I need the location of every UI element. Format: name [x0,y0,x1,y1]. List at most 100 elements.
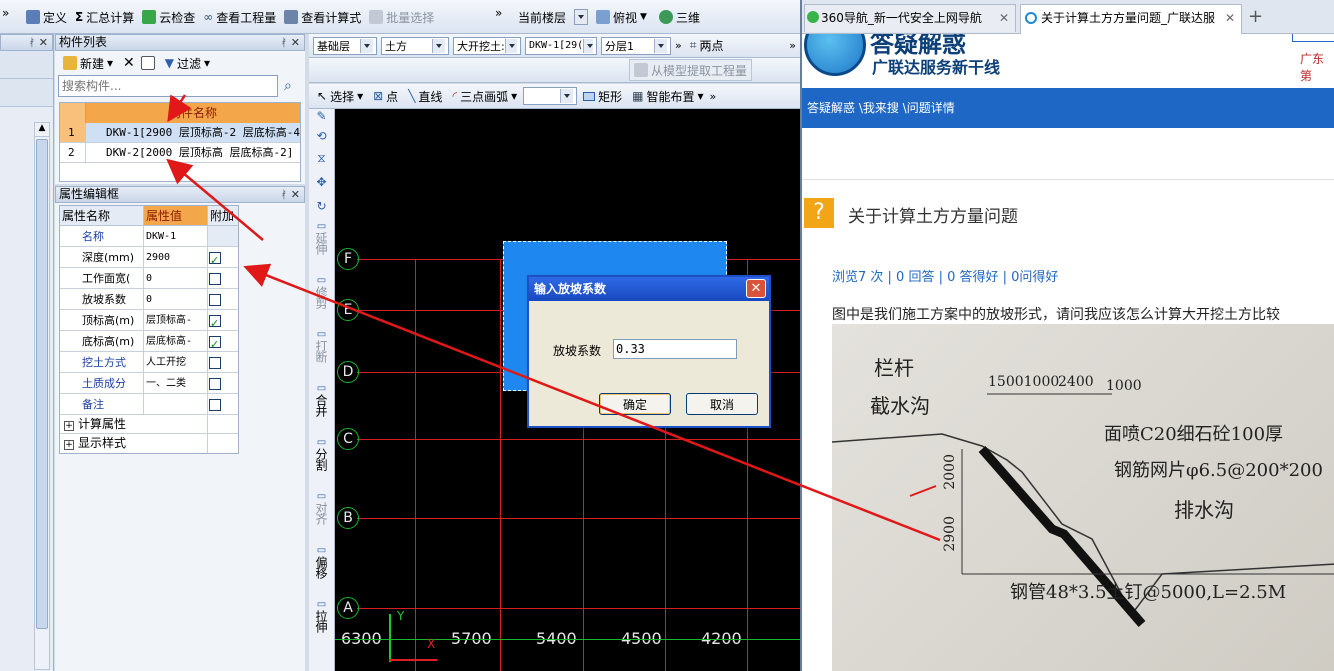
3d-view-button[interactable]: 三维 [655,6,704,28]
delete-icon[interactable]: ✕ [123,55,135,71]
summary-calc-button[interactable]: Σ 汇总计算 [71,6,138,28]
rotate-icon[interactable]: ⟲ [309,129,334,151]
property-row[interactable]: 名称 DKW-1 [60,226,238,247]
property-extra-checkbox[interactable] [209,399,221,411]
group-calc-properties[interactable]: + 计算属性 [60,415,238,434]
toolbar-overflow[interactable]: » [675,39,682,52]
extract-quantity-button[interactable]: 从模型提取工程量 [629,59,753,81]
pin-close-icon[interactable]: ᚯ ✕ [29,35,48,50]
vertical-tool-button[interactable]: ▭ 对齐 [309,491,334,545]
property-row[interactable]: 放坡系数 0 [60,289,238,310]
vertical-tool-button[interactable]: ▭ 延伸 [309,221,334,275]
property-extra-checkbox[interactable] [209,294,221,306]
property-value[interactable]: DKW-1 [144,226,208,246]
table-row[interactable]: 2 DKW-2[2000 层顶标高 层底标高-2] [60,143,300,163]
property-value[interactable]: 层底标高- [144,331,208,351]
component-search-input[interactable] [58,75,278,97]
property-row[interactable]: 深度(mm) 2900 [60,247,238,271]
slope-label: 放坡系数 [553,344,602,358]
vertical-tool-button[interactable]: ▭ 分割 [309,437,334,491]
browser-tab-active[interactable]: 关于计算土方方量问题_广联达服 ✕ [1020,4,1242,34]
property-extra-checkbox[interactable] [209,250,221,271]
pen-icon[interactable]: ✎ [309,109,334,129]
view-quantity-button[interactable]: ∞ 查看工程量 [199,6,280,28]
floor-select[interactable]: 基础层 [313,36,377,55]
browser-tab-360[interactable]: 360导航_新一代安全上网导航 ✕ [804,4,1016,32]
expand-icon[interactable]: + [64,440,74,450]
category-select[interactable]: 土方 [381,36,449,55]
vertical-tool-button[interactable]: ▭ 打断 [309,329,334,383]
new-component-button[interactable]: 新建 ▾ [59,52,117,74]
two-point-button[interactable]: ⌗ 两点 [686,35,728,57]
property-value[interactable]: 层顶标高- [144,310,208,330]
cancel-button[interactable]: 取消 [686,393,758,415]
vertical-tool-button[interactable]: ▭ 拉伸 [309,599,334,653]
property-row[interactable]: 工作面宽(0 [60,268,238,289]
copy-icon[interactable] [140,56,155,70]
photo-label: 1000 [1106,378,1142,394]
property-extra-checkbox[interactable] [209,378,221,390]
question-photo[interactable]: 栏杆 截水沟 15001000 2400 1000 面喷C20细石砼100厚 钢… [832,324,1334,671]
line-tool-button[interactable]: ╲ 直线 [404,85,446,107]
property-row[interactable]: 备注 [60,394,238,415]
search-icon[interactable]: ⌕ [284,78,292,94]
toolbar-overflow[interactable]: » [710,90,717,103]
toolbar-overflow-mid[interactable]: » [495,6,502,20]
property-value[interactable]: 2900 [144,247,208,267]
smart-layout-button[interactable]: ▦ 智能布置 ▾ [628,85,707,107]
property-value[interactable]: 人工开挖 [144,352,208,372]
vertical-tool-button[interactable]: ▭ 偏移 [309,545,334,599]
property-value[interactable]: 一、二类 [144,373,208,393]
point-tool-button[interactable]: ⊠ 点 [369,85,402,107]
group-display-style[interactable]: + 显示样式 [60,434,238,453]
left-nav-scrollbar[interactable]: ▲ [34,122,50,670]
batch-select-button[interactable]: 批量选择 [365,6,438,28]
property-row[interactable]: 土质成分 一、二类 [60,373,238,394]
type-select[interactable]: 大开挖土: [453,36,521,55]
property-extra-checkbox[interactable] [209,273,221,285]
cloud-check-button[interactable]: 云检查 [138,6,199,28]
arc-option-select[interactable] [523,87,578,105]
site-mascot-logo [804,34,866,76]
arc-tool-button[interactable]: ◜ 三点画弧 ▾ [448,85,521,107]
select-tool-button[interactable]: ↖ 选择 ▾ [313,85,367,107]
rect-tool-button[interactable]: 矩形 [579,85,626,107]
cube-icon [596,10,611,24]
pin-close-icon[interactable]: ᚯ ✕ [281,35,300,50]
ok-button[interactable]: 确定 [599,393,671,415]
property-row[interactable]: 挖土方式 人工开挖 [60,352,238,373]
component-select[interactable]: DKW-1[29( [525,36,597,55]
close-icon[interactable]: ✕ [1225,5,1235,31]
close-icon[interactable]: ✕ [999,5,1009,31]
toolbar-overflow-left[interactable]: » [2,6,9,20]
property-row[interactable]: 顶标高(m) 层顶标高- [60,310,238,334]
column-header-name[interactable]: 构件名称 [86,103,300,123]
define-button[interactable]: 定义 [22,6,71,28]
undo-icon[interactable]: ↻ [309,199,334,221]
pin-close-icon[interactable]: ᚯ ✕ [281,187,300,202]
green-dim-line [335,639,800,640]
layer-select[interactable]: 分层1 [601,36,671,55]
slope-coefficient-input[interactable] [613,339,737,359]
mirror-icon[interactable]: ⧖ [309,151,334,175]
top-view-button[interactable]: 俯视 ▼ [592,6,651,28]
property-extra-checkbox[interactable] [209,357,221,369]
floor-dropdown[interactable] [574,9,589,25]
dialog-close-button[interactable]: ✕ [746,279,766,298]
view-formula-button[interactable]: 查看计算式 [280,6,365,28]
move-icon[interactable]: ✥ [309,175,334,199]
toolbar-overflow[interactable]: » [789,39,796,52]
filter-button[interactable]: ▼ 过滤 ▾ [161,52,214,74]
site-region[interactable]: 广东第 [1300,50,1334,84]
property-value[interactable]: 0 [144,289,208,309]
property-value[interactable] [144,394,208,414]
property-value[interactable]: 0 [144,268,208,288]
table-row[interactable]: 1 DKW-1[2900 层顶标高-2 层底标高-4 [60,123,300,143]
new-tab-button[interactable]: + [1248,6,1263,27]
expand-icon[interactable]: + [64,421,74,431]
property-extra-checkbox[interactable] [209,313,221,334]
property-row[interactable]: 底标高(m) 层底标高- [60,331,238,355]
vertical-tool-button[interactable]: ▭ 合并 [309,383,334,437]
property-extra-checkbox[interactable] [209,334,221,355]
vertical-tool-button[interactable]: ▭ 修剪 [309,275,334,329]
